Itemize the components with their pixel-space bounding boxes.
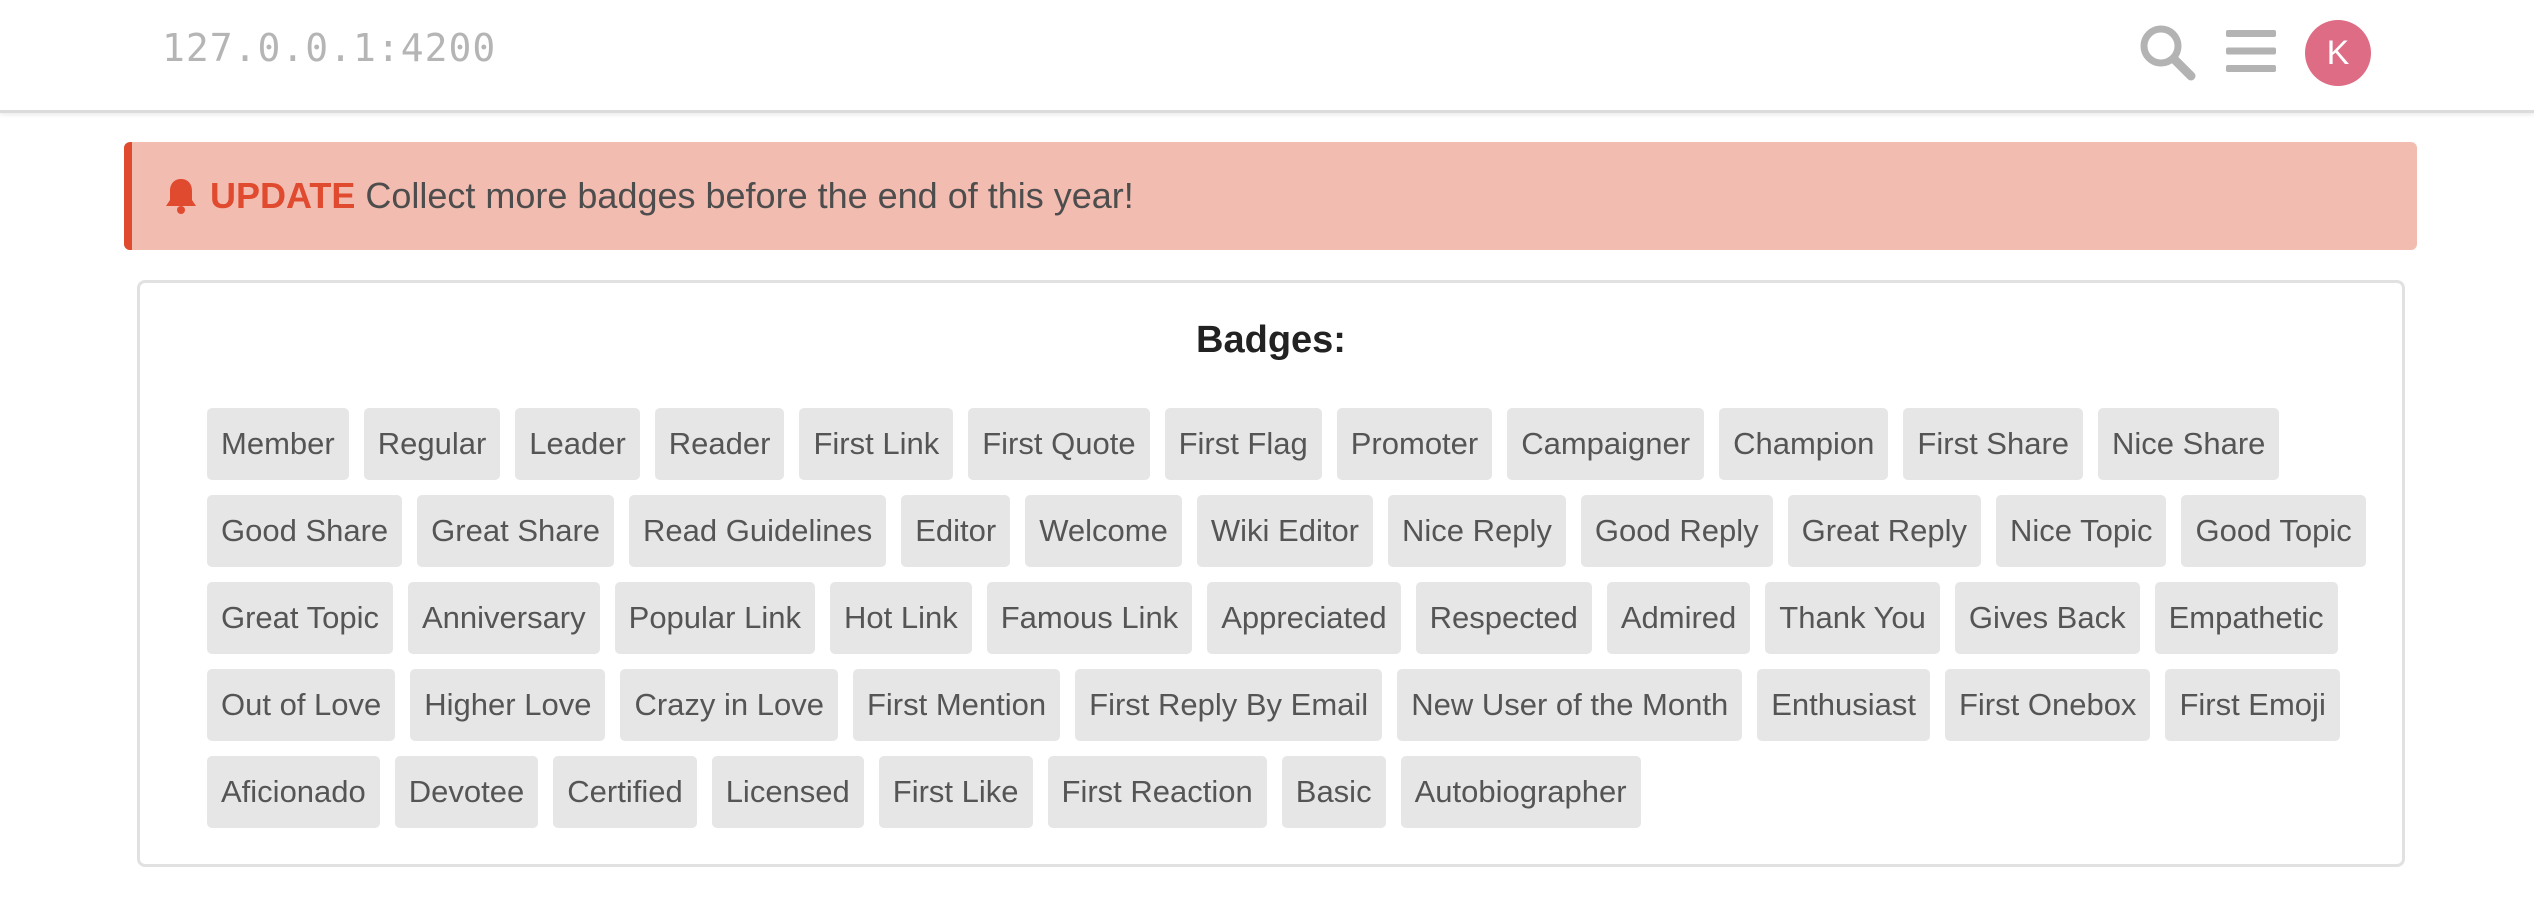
badge-chip[interactable]: Certified — [553, 756, 697, 828]
badge-chip[interactable]: Nice Topic — [1996, 495, 2167, 567]
address-text: 127.0.0.1:4200 — [162, 26, 497, 70]
badge-chip[interactable]: Basic — [1281, 756, 1386, 828]
alert-message: Collect more badges before the end of th… — [365, 175, 1134, 216]
badge-chip[interactable]: First Emoji — [2165, 669, 2340, 741]
badge-chip[interactable]: First Onebox — [1944, 669, 2151, 741]
badge-chip[interactable]: First Flag — [1164, 408, 1322, 480]
badge-chip[interactable]: Licensed — [711, 756, 864, 828]
badge-chip[interactable]: Popular Link — [614, 582, 815, 654]
badge-chip[interactable]: Thank You — [1765, 582, 1940, 654]
badge-list: Member Regular Leader Reader First Link First… — [207, 408, 2377, 828]
avatar[interactable]: K — [2305, 20, 2371, 86]
badge-chip[interactable]: Great Topic — [207, 582, 393, 654]
badge-chip[interactable]: Campaigner — [1507, 408, 1705, 480]
badge-chip[interactable]: Out of Love — [207, 669, 396, 741]
badge-chip[interactable]: Welcome — [1025, 495, 1182, 567]
badge-chip[interactable]: First Reply By Email — [1075, 669, 1383, 741]
badge-chip[interactable]: Great Share — [417, 495, 615, 567]
badge-chip[interactable]: Good Share — [207, 495, 403, 567]
badge-chip[interactable]: First Share — [1903, 408, 2084, 480]
menu-icon[interactable] — [2226, 28, 2276, 74]
badge-chip[interactable]: Read Guidelines — [629, 495, 887, 567]
alert-tag: UPDATE — [210, 175, 356, 216]
badges-title: Badges: — [1196, 319, 1346, 361]
badge-chip[interactable]: First Reaction — [1047, 756, 1267, 828]
badge-chip[interactable]: Champion — [1719, 408, 1889, 480]
search-icon[interactable] — [2137, 22, 2197, 82]
badge-chip[interactable]: Admired — [1606, 582, 1751, 654]
badge-chip[interactable]: Anniversary — [407, 582, 600, 654]
badge-chip[interactable]: Reader — [654, 408, 785, 480]
badge-chip[interactable]: First Link — [799, 408, 954, 480]
badge-chip[interactable]: Hot Link — [829, 582, 972, 654]
badge-chip[interactable]: Respected — [1415, 582, 1592, 654]
update-alert: UPDATE Collect more badges before the en… — [124, 142, 2417, 250]
badge-chip[interactable]: Member — [207, 408, 349, 480]
badge-chip[interactable]: New User of the Month — [1397, 669, 1743, 741]
badge-chip[interactable]: Nice Reply — [1388, 495, 1566, 567]
badge-chip[interactable]: Empathetic — [2154, 582, 2338, 654]
badge-chip[interactable]: First Like — [878, 756, 1033, 828]
badge-chip[interactable]: Aficionado — [207, 756, 380, 828]
badge-chip[interactable]: Good Reply — [1580, 495, 1773, 567]
badge-chip[interactable]: Editor — [901, 495, 1011, 567]
badge-chip[interactable]: Famous Link — [986, 582, 1193, 654]
badge-chip[interactable]: Enthusiast — [1757, 669, 1930, 741]
top-bar: 127.0.0.1:4200 K — [0, 0, 2534, 113]
bell-icon — [166, 179, 196, 214]
badge-chip[interactable]: Devotee — [394, 756, 539, 828]
badge-chip[interactable]: Promoter — [1336, 408, 1493, 480]
badge-chip[interactable]: Great Reply — [1787, 495, 1982, 567]
badge-chip[interactable]: Appreciated — [1207, 582, 1401, 654]
badge-chip[interactable]: Wiki Editor — [1196, 495, 1374, 567]
badge-chip[interactable]: Good Topic — [2181, 495, 2366, 567]
badge-chip[interactable]: Crazy in Love — [620, 669, 838, 741]
badge-chip[interactable]: Higher Love — [410, 669, 606, 741]
badge-chip[interactable]: First Mention — [852, 669, 1061, 741]
badge-chip[interactable]: Leader — [515, 408, 640, 480]
badge-chip[interactable]: Autobiographer — [1400, 756, 1641, 828]
badges-card: Badges: Member Regular Leader Reader First L… — [137, 280, 2405, 867]
badge-chip[interactable]: First Quote — [968, 408, 1150, 480]
badge-chip[interactable]: Gives Back — [1954, 582, 2140, 654]
badge-chip[interactable]: Regular — [363, 408, 501, 480]
badge-chip[interactable]: Nice Share — [2098, 408, 2280, 480]
